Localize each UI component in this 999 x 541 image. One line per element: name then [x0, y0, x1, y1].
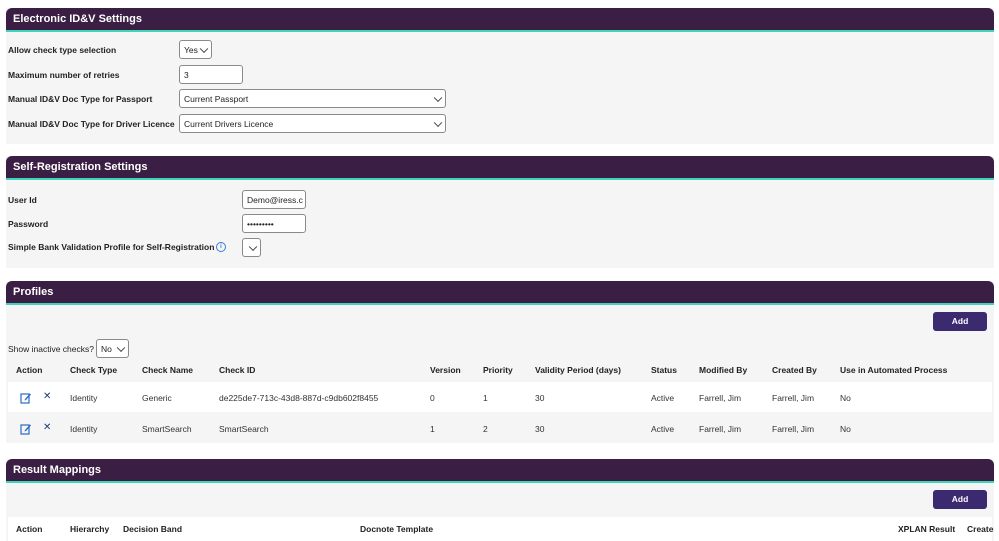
electronic-idv-section: Electronic ID&V Settings Allow check typ…	[6, 8, 994, 144]
show-inactive-label: Show inactive checks?	[8, 344, 94, 354]
col-check-id[interactable]: Check ID	[219, 365, 255, 375]
show-inactive-value: No	[101, 343, 112, 354]
col-action: Action	[16, 524, 43, 534]
cell-created-by: Farrell, Jim	[772, 424, 815, 434]
delete-icon[interactable]: ✕	[43, 391, 51, 402]
chevron-down-icon	[248, 242, 258, 251]
driver-doc-type-label: Manual ID&V Doc Type for Driver Licence	[8, 119, 175, 129]
col-priority[interactable]: Priority	[483, 365, 513, 375]
cell-check-id: de225de7-713c-43d8-887d-c9db602f8455	[219, 393, 379, 403]
cell-check-name: SmartSearch	[142, 424, 192, 434]
show-inactive-select[interactable]: No	[96, 339, 129, 358]
col-create[interactable]: Create	[967, 524, 993, 534]
max-retries-label: Maximum number of retries	[8, 70, 120, 80]
user-id-input[interactable]: Demo@iress.c	[242, 190, 306, 209]
passport-doc-type-value: Current Passport	[184, 93, 249, 104]
col-check-name[interactable]: Check Name	[142, 365, 193, 375]
profiles-title: Profiles	[6, 281, 994, 305]
cell-automated: No	[840, 393, 851, 403]
password-input[interactable]: •••••••••	[242, 214, 306, 233]
edit-icon[interactable]	[20, 423, 32, 435]
max-retries-input[interactable]: 3	[179, 65, 243, 84]
delete-icon[interactable]: ✕	[43, 422, 51, 433]
cell-check-id: SmartSearch	[219, 424, 269, 434]
max-retries-value: 3	[184, 69, 189, 80]
allow-check-type-label: Allow check type selection	[8, 45, 117, 55]
cell-modified-by: Farrell, Jim	[699, 424, 742, 434]
profiles-add-button[interactable]: Add	[933, 312, 987, 331]
cell-created-by: Farrell, Jim	[772, 393, 815, 403]
self-registration-title: Self-Registration Settings	[6, 156, 994, 180]
user-id-label: User Id	[8, 195, 37, 205]
user-id-value: Demo@iress.c	[247, 194, 303, 205]
cell-check-type: Identity	[70, 424, 98, 434]
table-row: ✕ Identity SmartSearch SmartSearch 1 2 3…	[8, 413, 992, 443]
cell-automated: No	[840, 424, 851, 434]
col-xplan-result[interactable]: XPLAN Result	[898, 524, 955, 534]
col-docnote-template[interactable]: Docnote Template	[360, 524, 433, 534]
cell-check-type: Identity	[70, 393, 98, 403]
driver-doc-type-select[interactable]: Current Drivers Licence	[179, 114, 446, 133]
cell-status: Active	[651, 424, 675, 434]
cell-status: Active	[651, 393, 675, 403]
mappings-add-button[interactable]: Add	[933, 490, 987, 509]
electronic-idv-title: Electronic ID&V Settings	[6, 8, 994, 32]
table-row: ✕ Identity Generic de225de7-713c-43d8-88…	[8, 382, 992, 412]
allow-check-type-select[interactable]: Yes	[179, 40, 212, 59]
chevron-down-icon	[199, 44, 209, 53]
chevron-down-icon	[116, 343, 126, 352]
cell-validity: 30	[535, 424, 545, 434]
password-value: •••••••••	[247, 218, 274, 229]
col-hierarchy[interactable]: Hierarchy	[70, 524, 109, 534]
cell-version: 0	[430, 393, 435, 403]
self-registration-section: Self-Registration Settings User Id Demo@…	[6, 156, 994, 268]
allow-check-type-value: Yes	[184, 44, 198, 55]
result-mappings-section: Result Mappings Add Action Hierarchy Dec…	[6, 459, 994, 541]
cell-version: 1	[430, 424, 435, 434]
col-check-type[interactable]: Check Type	[70, 365, 117, 375]
cell-priority: 2	[483, 424, 488, 434]
col-decision-band[interactable]: Decision Band	[123, 524, 182, 534]
passport-doc-type-select[interactable]: Current Passport	[179, 89, 446, 108]
profiles-section: Profiles Add Show inactive checks? No Ac…	[6, 281, 994, 443]
result-mappings-title: Result Mappings	[6, 459, 994, 483]
bank-validation-label: Simple Bank Validation Profile for Self-…	[8, 242, 215, 252]
col-status[interactable]: Status	[651, 365, 677, 375]
chevron-down-icon	[433, 93, 443, 102]
col-created-by[interactable]: Created By	[772, 365, 817, 375]
cell-check-name: Generic	[142, 393, 172, 403]
edit-icon[interactable]	[20, 392, 32, 404]
cell-priority: 1	[483, 393, 488, 403]
cell-validity: 30	[535, 393, 545, 403]
col-automated-process[interactable]: Use in Automated Process	[840, 365, 947, 375]
password-label: Password	[8, 219, 49, 229]
driver-doc-type-value: Current Drivers Licence	[184, 118, 274, 129]
chevron-down-icon	[433, 118, 443, 127]
col-validity-period[interactable]: Validity Period (days)	[535, 365, 621, 375]
col-version[interactable]: Version	[430, 365, 461, 375]
col-action: Action	[16, 365, 43, 375]
col-modified-by[interactable]: Modified By	[699, 365, 747, 375]
passport-doc-type-label: Manual ID&V Doc Type for Passport	[8, 94, 153, 104]
cell-modified-by: Farrell, Jim	[699, 393, 742, 403]
info-icon[interactable]: i	[216, 242, 226, 252]
bank-validation-select[interactable]	[242, 238, 261, 257]
